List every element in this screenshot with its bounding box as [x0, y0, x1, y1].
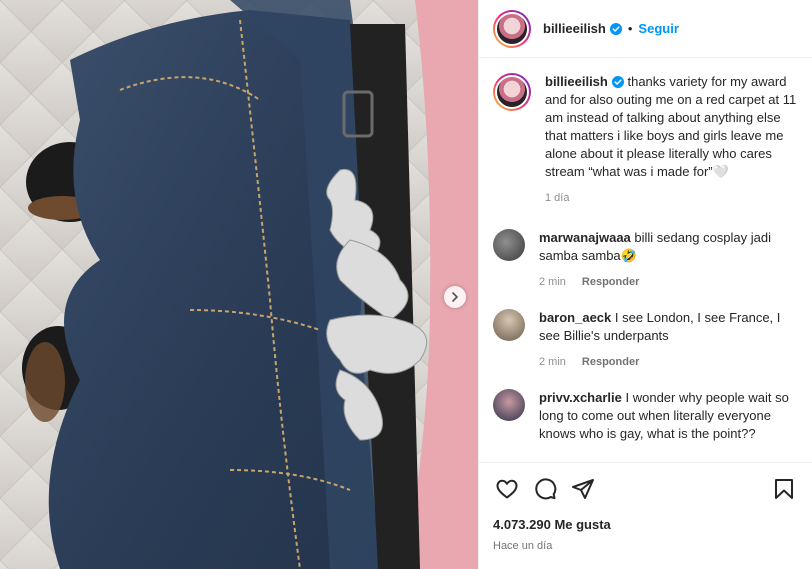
- post-timestamp: Hace un día: [493, 540, 553, 552]
- post-header: billieeilish • Seguir: [479, 0, 812, 58]
- comment-item: marwanajwaaa billi sedang cosplay jadi s…: [493, 229, 798, 291]
- comment-username[interactable]: marwanajwaaa: [539, 230, 631, 245]
- comments-list[interactable]: billieeilish thanks variety for my award…: [479, 59, 812, 462]
- author-avatar[interactable]: [493, 9, 531, 48]
- comment-item: baron_aeck I see London, I see France, I…: [493, 309, 798, 371]
- comment-username[interactable]: baron_aeck: [539, 310, 611, 325]
- like-button[interactable]: [493, 475, 521, 503]
- comment-icon: [535, 478, 557, 500]
- commenter-avatar[interactable]: [493, 309, 525, 341]
- post-actions: 4.073.290 Me gusta Hace un día: [479, 462, 812, 552]
- post-photo: [0, 0, 478, 569]
- post-sidebar: billieeilish • Seguir billieeilish thank…: [478, 0, 812, 569]
- header-separator: •: [627, 21, 633, 36]
- commenter-avatar[interactable]: [493, 229, 525, 261]
- verified-badge-icon: [611, 76, 624, 88]
- comment-item: privv.xcharlie I wonder why people wait …: [493, 389, 798, 443]
- comment-time[interactable]: 2 min: [539, 273, 566, 291]
- bookmark-icon: [775, 479, 793, 499]
- heart-icon: [496, 479, 518, 499]
- reply-button[interactable]: Responder: [582, 353, 639, 371]
- caption-avatar[interactable]: [493, 73, 531, 111]
- reply-button[interactable]: Responder: [582, 273, 639, 291]
- next-image-button[interactable]: [444, 286, 466, 308]
- post-caption: billieeilish thanks variety for my award…: [493, 73, 798, 207]
- author-username[interactable]: billieeilish: [543, 21, 606, 36]
- caption-time[interactable]: 1 día: [545, 189, 569, 207]
- chevron-right-icon: [452, 292, 458, 302]
- verified-badge-icon: [609, 22, 622, 35]
- caption-username[interactable]: billieeilish: [545, 74, 608, 89]
- comment-time[interactable]: 2 min: [539, 353, 566, 371]
- likes-count[interactable]: 4.073.290 Me gusta: [493, 517, 798, 532]
- comment-username[interactable]: privv.xcharlie: [539, 390, 622, 405]
- save-button[interactable]: [770, 475, 798, 503]
- caption-text: thanks variety for my award and for also…: [545, 74, 797, 179]
- share-icon: [572, 479, 594, 499]
- post-media[interactable]: [0, 0, 478, 569]
- commenter-avatar[interactable]: [493, 389, 525, 421]
- share-button[interactable]: [569, 475, 597, 503]
- comment-button[interactable]: [531, 475, 559, 503]
- follow-button[interactable]: Seguir: [638, 21, 678, 36]
